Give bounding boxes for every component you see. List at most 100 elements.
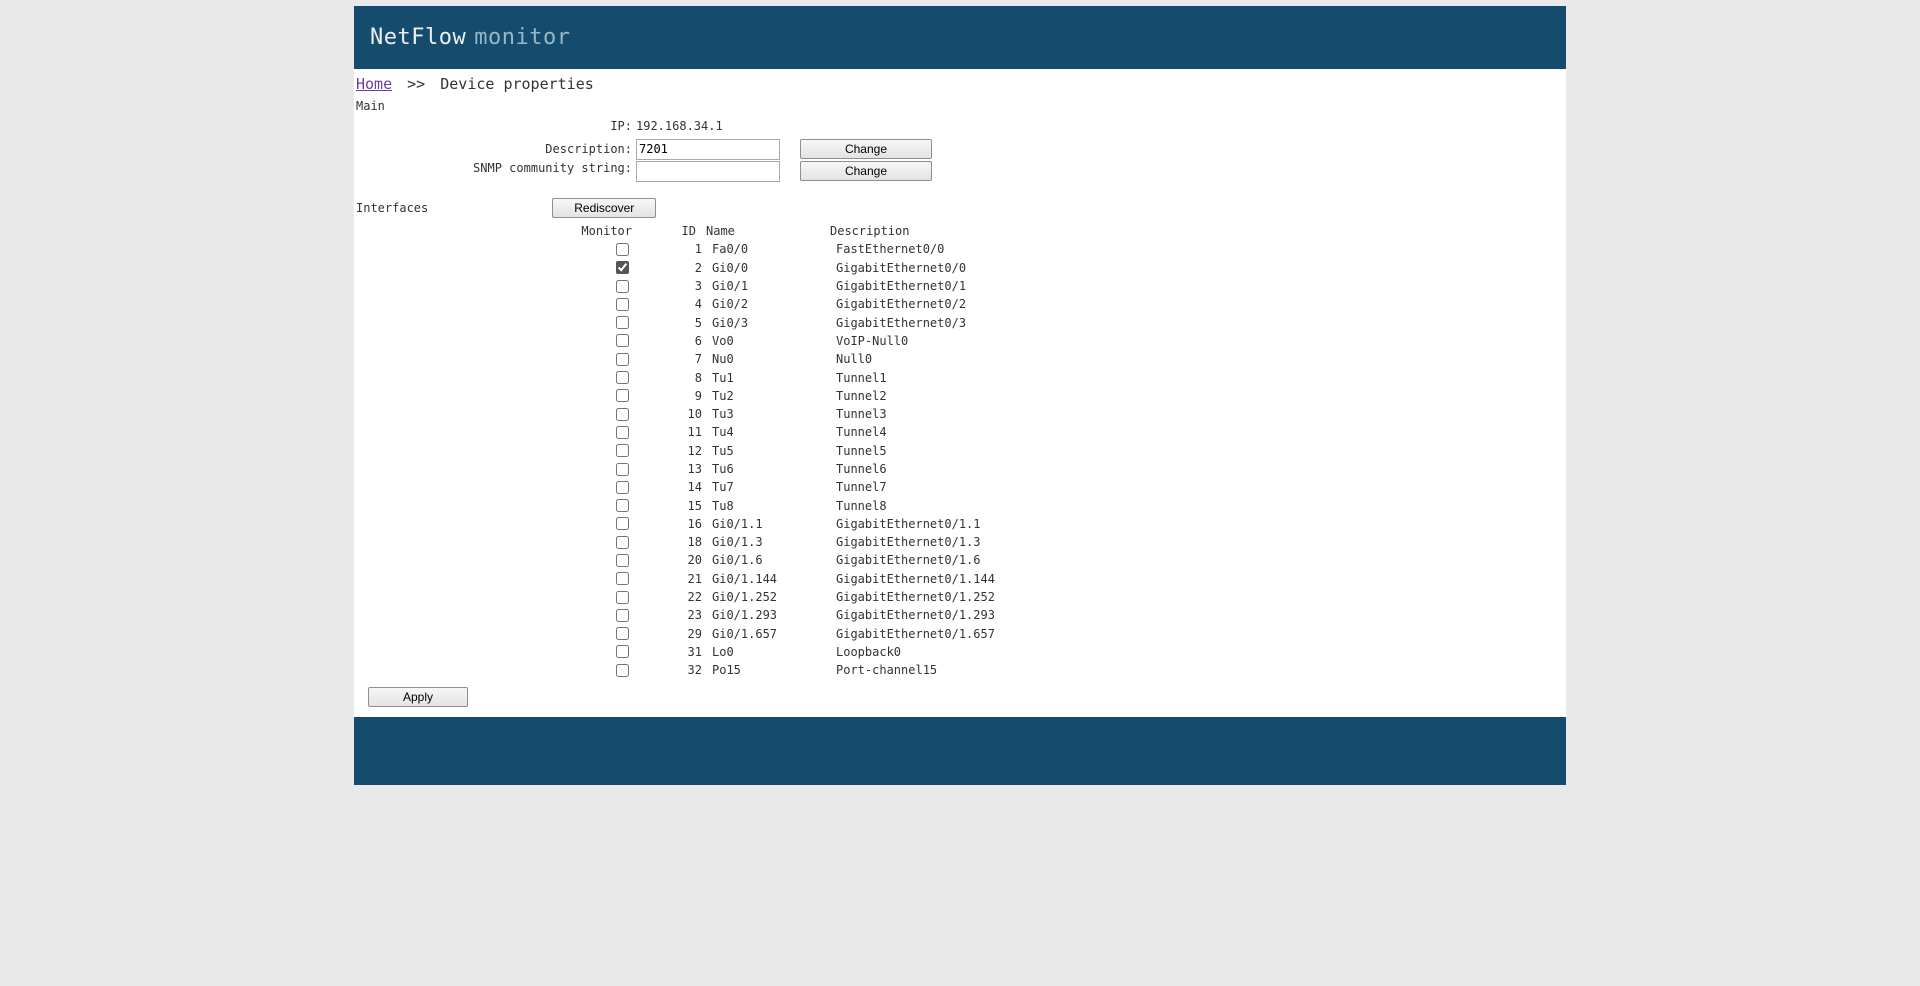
monitor-checkbox[interactable]: [616, 261, 629, 274]
interface-row: 1Fa0/0FastEthernet0/0: [414, 240, 1566, 258]
snmp-input[interactable]: [636, 161, 780, 182]
interface-row: 9Tu2Tunnel2: [414, 387, 1566, 405]
monitor-checkbox[interactable]: [616, 389, 629, 402]
interface-description: GigabitEthernet0/1.6: [832, 553, 1136, 567]
interface-row: 16Gi0/1.1GigabitEthernet0/1.1: [414, 515, 1566, 533]
monitor-checkbox[interactable]: [616, 481, 629, 494]
monitor-checkbox[interactable]: [616, 316, 629, 329]
interface-row: 6Vo0VoIP-Null0: [414, 332, 1566, 350]
interface-row: 5Gi0/3GigabitEthernet0/3: [414, 313, 1566, 331]
interface-row: 7Nu0Null0: [414, 350, 1566, 368]
monitor-checkbox[interactable]: [616, 627, 629, 640]
interface-description: Tunnel6: [832, 462, 1136, 476]
interface-name: Gi0/1.144: [708, 572, 832, 586]
value-ip: 192.168.34.1: [636, 119, 786, 133]
monitor-checkbox[interactable]: [616, 591, 629, 604]
label-ip: IP:: [354, 119, 636, 133]
monitor-checkbox[interactable]: [616, 609, 629, 622]
monitor-checkbox[interactable]: [616, 572, 629, 585]
interface-name: Tu6: [708, 462, 832, 476]
interface-row: 12Tu5Tunnel5: [414, 442, 1566, 460]
interface-name: Fa0/0: [708, 242, 832, 256]
interface-row: 3Gi0/1GigabitEthernet0/1: [414, 277, 1566, 295]
interface-row: 14Tu7Tunnel7: [414, 478, 1566, 496]
monitor-checkbox[interactable]: [616, 517, 629, 530]
change-snmp-button[interactable]: Change: [800, 161, 932, 181]
brand-name: NetFlow: [370, 25, 466, 50]
interface-description: Null0: [832, 352, 1136, 366]
interface-row: 22Gi0/1.252GigabitEthernet0/1.252: [414, 588, 1566, 606]
interface-name: Gi0/1: [708, 279, 832, 293]
section-interfaces-label: Interfaces: [356, 201, 428, 215]
monitor-checkbox[interactable]: [616, 298, 629, 311]
monitor-checkbox[interactable]: [616, 444, 629, 457]
interface-name: Tu3: [708, 407, 832, 421]
interfaces-table: Monitor ID Name Description 1Fa0/0FastEt…: [414, 222, 1566, 679]
interface-description: Tunnel1: [832, 371, 1136, 385]
monitor-checkbox[interactable]: [616, 463, 629, 476]
interface-description: GigabitEthernet0/1.144: [832, 572, 1136, 586]
interface-row: 21Gi0/1.144GigabitEthernet0/1.144: [414, 570, 1566, 588]
interface-name: Tu8: [708, 499, 832, 513]
interface-name: Lo0: [708, 645, 832, 659]
monitor-checkbox[interactable]: [616, 645, 629, 658]
interface-description: Tunnel4: [832, 425, 1136, 439]
apply-button[interactable]: Apply: [368, 687, 468, 707]
interface-id: 18: [638, 535, 708, 549]
interface-id: 14: [638, 480, 708, 494]
interface-name: Vo0: [708, 334, 832, 348]
interface-name: Nu0: [708, 352, 832, 366]
rediscover-button[interactable]: Rediscover: [552, 198, 656, 218]
monitor-checkbox[interactable]: [616, 334, 629, 347]
interface-description: GigabitEthernet0/0: [832, 261, 1136, 275]
interface-row: 20Gi0/1.6GigabitEthernet0/1.6: [414, 551, 1566, 569]
interface-row: 4Gi0/2GigabitEthernet0/2: [414, 295, 1566, 313]
monitor-checkbox[interactable]: [616, 499, 629, 512]
interface-description: Tunnel5: [832, 444, 1136, 458]
interface-description: Port-channel15: [832, 663, 1136, 677]
monitor-checkbox[interactable]: [616, 243, 629, 256]
interface-id: 29: [638, 627, 708, 641]
monitor-checkbox[interactable]: [616, 536, 629, 549]
monitor-checkbox[interactable]: [616, 371, 629, 384]
interface-name: Gi0/1.1: [708, 517, 832, 531]
interface-id: 5: [638, 316, 708, 330]
interface-id: 20: [638, 553, 708, 567]
interface-id: 11: [638, 425, 708, 439]
description-input[interactable]: [636, 139, 780, 160]
change-description-button[interactable]: Change: [800, 139, 932, 159]
interface-id: 22: [638, 590, 708, 604]
footer: [354, 717, 1566, 785]
interface-name: Gi0/3: [708, 316, 832, 330]
interface-id: 12: [638, 444, 708, 458]
interface-id: 7: [638, 352, 708, 366]
interface-id: 23: [638, 608, 708, 622]
brand-suffix: monitor: [474, 25, 570, 50]
interface-id: 13: [638, 462, 708, 476]
interface-name: Gi0/1.3: [708, 535, 832, 549]
interface-description: VoIP-Null0: [832, 334, 1136, 348]
interface-id: 3: [638, 279, 708, 293]
interface-id: 4: [638, 297, 708, 311]
interface-description: GigabitEthernet0/2: [832, 297, 1136, 311]
col-header-description: Description: [826, 224, 1130, 238]
monitor-checkbox[interactable]: [616, 408, 629, 421]
breadcrumb-home-link[interactable]: Home: [356, 75, 392, 93]
monitor-checkbox[interactable]: [616, 280, 629, 293]
monitor-checkbox[interactable]: [616, 353, 629, 366]
interface-id: 21: [638, 572, 708, 586]
interface-description: GigabitEthernet0/1.252: [832, 590, 1136, 604]
interface-description: GigabitEthernet0/1.1: [832, 517, 1136, 531]
interface-row: 10Tu3Tunnel3: [414, 405, 1566, 423]
interface-description: FastEthernet0/0: [832, 242, 1136, 256]
monitor-checkbox[interactable]: [616, 664, 629, 677]
monitor-checkbox[interactable]: [616, 426, 629, 439]
interface-name: Tu4: [708, 425, 832, 439]
interface-id: 6: [638, 334, 708, 348]
interface-description: GigabitEthernet0/1.293: [832, 608, 1136, 622]
interface-row: 32Po15Port-channel15: [414, 661, 1566, 679]
interface-name: Tu1: [708, 371, 832, 385]
col-header-monitor: Monitor: [414, 224, 632, 238]
monitor-checkbox[interactable]: [616, 554, 629, 567]
label-description: Description:: [354, 142, 636, 156]
